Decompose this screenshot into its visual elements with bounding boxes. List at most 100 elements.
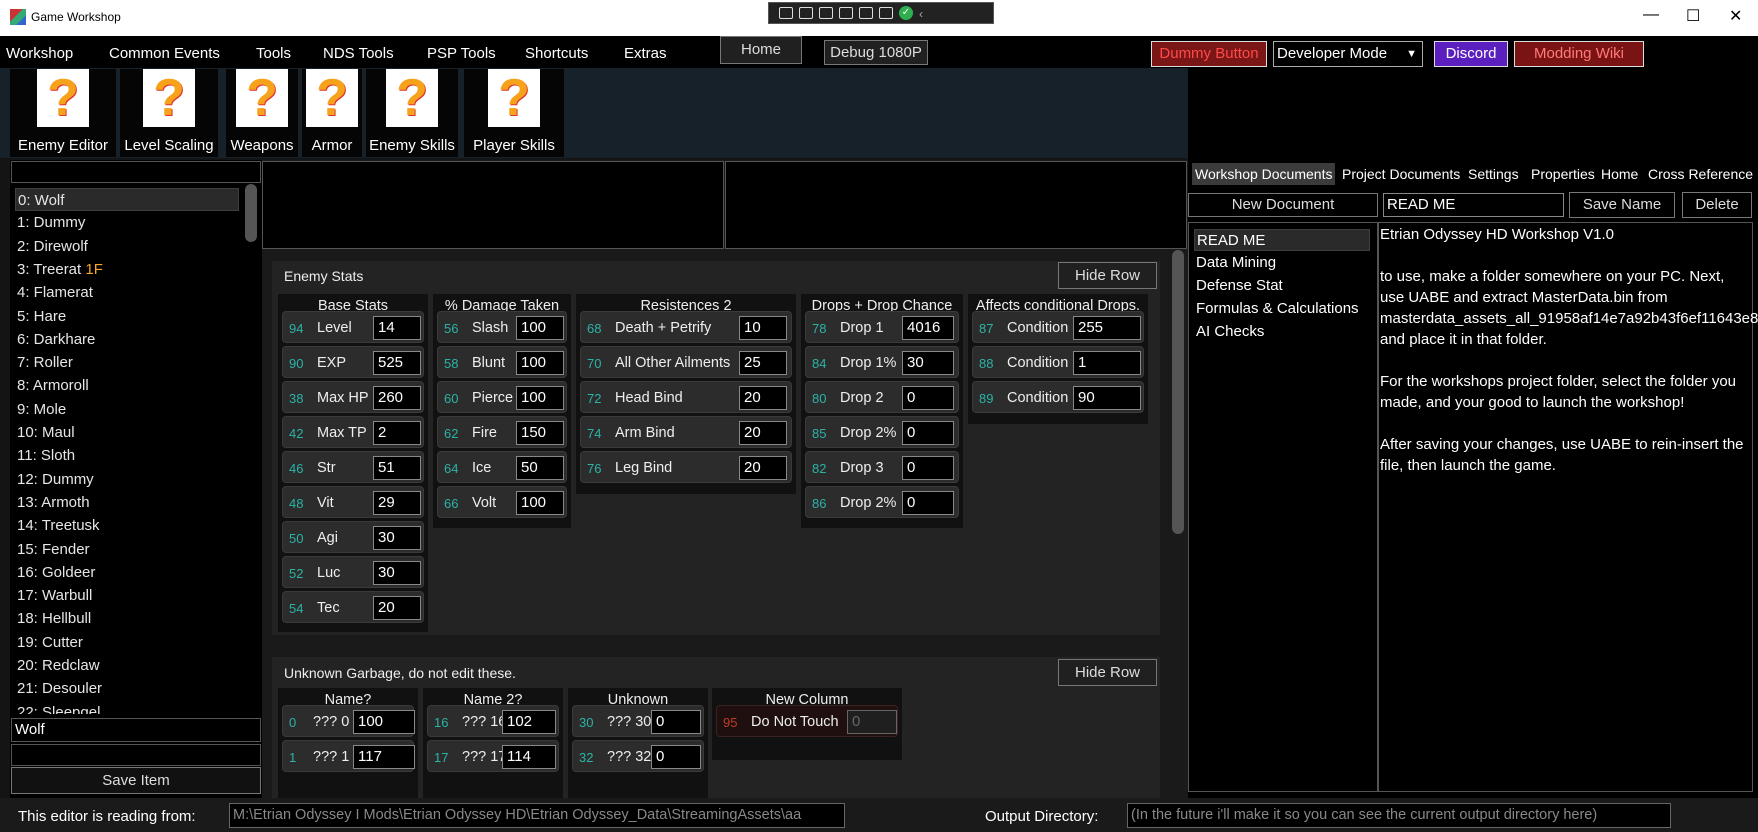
hide-row-button[interactable]: Hide Row <box>1058 262 1157 289</box>
list-item[interactable]: 4: Flamerat <box>15 281 239 304</box>
field-value-input[interactable]: 30 <box>373 526 421 550</box>
stat-field[interactable]: 89 Condition 90 <box>972 381 1144 413</box>
delete-button[interactable]: Delete <box>1682 192 1752 218</box>
stat-field[interactable]: 0 ??? 0 100 <box>282 705 415 737</box>
window-capture-icon[interactable] <box>859 7 873 19</box>
stat-field[interactable]: 30 ??? 30 0 <box>572 705 704 737</box>
stat-field[interactable]: 64 Ice 50 <box>437 451 567 483</box>
field-value-input[interactable]: 30 <box>373 561 421 585</box>
field-value-input[interactable]: 0 <box>902 456 954 480</box>
list-item[interactable]: 21: Desouler <box>15 677 239 700</box>
stat-field[interactable]: 46 Str 51 <box>282 451 424 483</box>
stat-field[interactable]: 16 ??? 16 102 <box>427 705 559 737</box>
stat-field[interactable]: 66 Volt 100 <box>437 486 567 518</box>
stat-field[interactable]: 87 Condition 255 <box>972 311 1144 343</box>
field-value-input[interactable]: 0 <box>847 710 897 734</box>
list-item[interactable]: 18: Hellbull <box>15 607 239 630</box>
field-value-input[interactable]: 100 <box>516 351 564 375</box>
document-name-input[interactable]: READ ME <box>1383 193 1564 217</box>
menu-extras[interactable]: Extras <box>624 45 667 62</box>
list-item[interactable]: 0: Wolf <box>15 188 239 211</box>
list-item[interactable]: 7: Roller <box>15 351 239 374</box>
list-item[interactable]: 6: Darkhare <box>15 328 239 351</box>
field-value-input[interactable]: 100 <box>516 386 564 410</box>
stat-field[interactable]: 74 Arm Bind 20 <box>580 416 792 448</box>
list-item[interactable]: 8: Armoroll <box>15 374 239 397</box>
document-item-ai-checks[interactable]: AI Checks <box>1194 321 1370 343</box>
menu-common-events[interactable]: Common Events <box>109 45 220 62</box>
scrollbar-thumb[interactable] <box>245 184 257 242</box>
list-item[interactable]: 15: Fender <box>15 538 239 561</box>
hide-row-button-2[interactable]: Hide Row <box>1058 659 1157 686</box>
field-value-input[interactable]: 14 <box>373 316 421 340</box>
list-item[interactable]: 2: Direwolf <box>15 235 239 258</box>
field-value-input[interactable]: 100 <box>516 491 564 515</box>
stat-field[interactable]: 42 Max TP 2 <box>282 416 424 448</box>
debug-1080p-button[interactable]: Debug 1080P <box>824 40 928 65</box>
tool-armor[interactable]: ? Armor <box>302 69 362 157</box>
tool-level-scaling[interactable]: ? Level Scaling <box>120 69 218 157</box>
list-item[interactable]: 3: Treerat 1F <box>15 258 239 281</box>
document-item-read-me[interactable]: READ ME <box>1194 229 1370 251</box>
stat-field[interactable]: 1 ??? 1 117 <box>282 740 415 772</box>
mode-select[interactable]: Developer Mode ▼ <box>1273 41 1423 67</box>
chevron-left-icon[interactable]: ‹ <box>919 7 929 21</box>
dummy-button[interactable]: Dummy Button <box>1151 41 1267 67</box>
list-item[interactable]: 5: Hare <box>15 305 239 328</box>
stat-field[interactable]: 56 Slash 100 <box>437 311 567 343</box>
field-value-input[interactable]: 100 <box>353 710 415 734</box>
scrollbar-thumb[interactable] <box>1172 250 1184 534</box>
tab-settings[interactable]: Settings <box>1465 163 1522 185</box>
field-value-input[interactable]: 0 <box>902 386 954 410</box>
field-value-input[interactable]: 20 <box>739 421 787 445</box>
field-value-input[interactable]: 0 <box>902 491 954 515</box>
field-value-input[interactable]: 117 <box>353 745 415 769</box>
discord-button[interactable]: Discord <box>1434 41 1508 67</box>
minimize-button[interactable]: — <box>1643 6 1659 24</box>
stat-field[interactable]: 38 Max HP 260 <box>282 381 424 413</box>
field-value-input[interactable]: 50 <box>516 456 564 480</box>
check-icon[interactable]: ✓ <box>899 6 913 20</box>
modding-wiki-button[interactable]: Modding Wiki <box>1514 41 1644 67</box>
field-value-input[interactable]: 4016 <box>902 316 954 340</box>
tab-project-documents[interactable]: Project Documents <box>1339 163 1463 185</box>
stat-field[interactable]: 86 Drop 2% 0 <box>805 486 959 518</box>
enemy-list-scrollbar[interactable] <box>243 184 261 714</box>
list-item[interactable]: 19: Cutter <box>15 631 239 654</box>
stat-field[interactable]: 52 Luc 30 <box>282 556 424 588</box>
close-button[interactable]: ✕ <box>1729 6 1742 26</box>
stat-field[interactable]: 78 Drop 1 4016 <box>805 311 959 343</box>
list-item[interactable]: 9: Mole <box>15 398 239 421</box>
list-item[interactable]: 17: Warbull <box>15 584 239 607</box>
field-value-input[interactable]: 114 <box>502 745 556 769</box>
list-item[interactable]: 22: Sleepgel <box>15 701 239 714</box>
document-item-defense-stat[interactable]: Defense Stat <box>1194 275 1370 297</box>
field-value-input[interactable]: 255 <box>1073 316 1141 340</box>
list-item[interactable]: 13: Armoth <box>15 491 239 514</box>
list-item[interactable]: 11: Sloth <box>15 444 239 467</box>
stat-field[interactable]: 48 Vit 29 <box>282 486 424 518</box>
list-item[interactable]: 10: Maul <box>15 421 239 444</box>
tab-cross-reference[interactable]: Cross Reference <box>1645 163 1756 185</box>
stat-field[interactable]: 76 Leg Bind 20 <box>580 451 792 483</box>
tab-home[interactable]: Home <box>1598 163 1641 185</box>
new-document-button[interactable]: New Document <box>1188 193 1378 217</box>
save-item-button[interactable]: Save Item <box>11 767 261 794</box>
record-icon[interactable] <box>799 7 813 19</box>
field-value-input[interactable]: 20 <box>739 456 787 480</box>
stat-field[interactable]: 94 Level 14 <box>282 311 424 343</box>
field-value-input[interactable]: 525 <box>373 351 421 375</box>
enemy-name-field[interactable]: Wolf <box>11 718 261 742</box>
stat-field[interactable]: 54 Tec 20 <box>282 591 424 623</box>
field-value-input[interactable]: 10 <box>739 316 787 340</box>
stat-field[interactable]: 50 Agi 30 <box>282 521 424 553</box>
field-value-input[interactable]: 2 <box>373 421 421 445</box>
field-value-input[interactable]: 0 <box>651 710 701 734</box>
list-item[interactable]: 1: Dummy <box>15 211 239 234</box>
document-item-data-mining[interactable]: Data Mining <box>1194 252 1370 274</box>
field-value-input[interactable]: 0 <box>902 421 954 445</box>
stat-field[interactable]: 84 Drop 1% 30 <box>805 346 959 378</box>
editor-scrollbar[interactable] <box>1170 250 1186 798</box>
field-value-input[interactable]: 0 <box>651 745 701 769</box>
field-value-input[interactable]: 100 <box>516 316 564 340</box>
